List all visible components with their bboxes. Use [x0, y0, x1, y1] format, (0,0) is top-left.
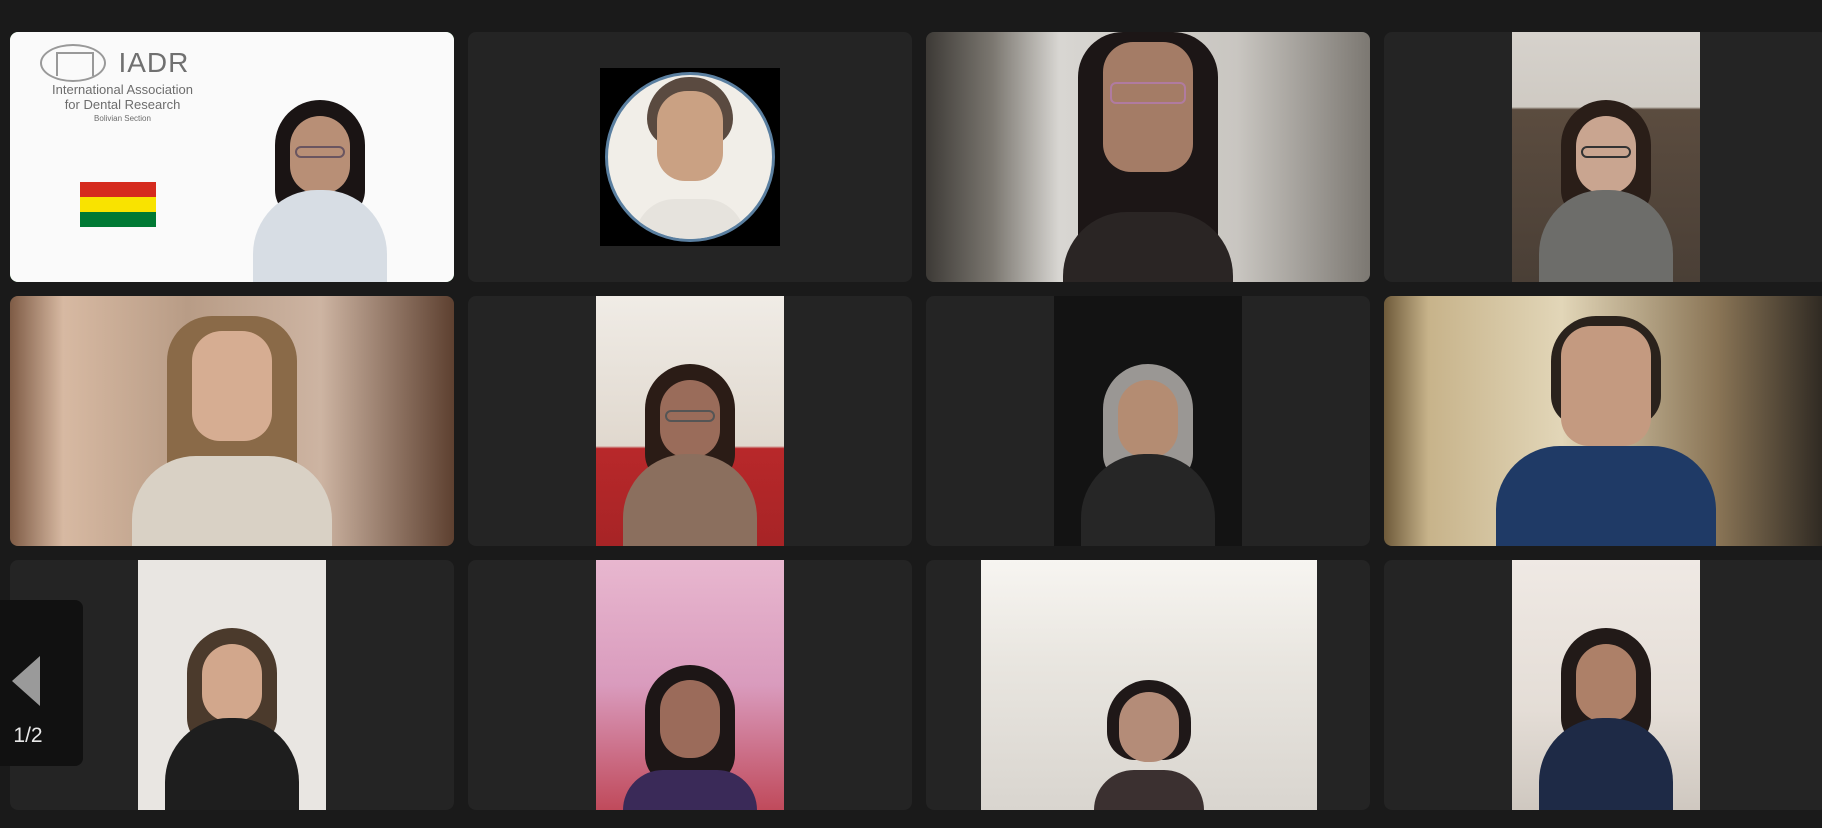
iadr-logo: IADR International Association for Denta…	[40, 44, 205, 123]
logo-line-1: International Association	[52, 82, 193, 97]
participant-video	[1512, 560, 1700, 810]
participant-video	[596, 296, 784, 546]
triangle-left-icon	[12, 656, 40, 706]
participant-video	[1054, 296, 1242, 546]
participant-video	[10, 296, 454, 546]
participant-video	[596, 560, 784, 810]
participant-tile[interactable]	[926, 560, 1370, 810]
participant-tile[interactable]	[10, 296, 454, 546]
logo-line-2: for Dental Research	[64, 97, 181, 112]
participant-tile[interactable]	[926, 32, 1370, 282]
participant-tile[interactable]	[926, 296, 1370, 546]
bolivia-flag-icon	[80, 182, 156, 227]
participant-video	[926, 32, 1370, 282]
participant-video	[138, 560, 326, 810]
logo-section: Bolivian Section	[94, 114, 151, 123]
participant-avatar	[600, 68, 780, 246]
participant-person	[245, 82, 395, 282]
participant-tile-active-speaker[interactable]: IADR International Association for Denta…	[10, 32, 454, 282]
participant-tile[interactable]	[1384, 560, 1822, 810]
participant-video	[1512, 32, 1700, 282]
participant-tile[interactable]	[1384, 296, 1822, 546]
participant-video	[1384, 296, 1822, 546]
participant-tile[interactable]	[468, 560, 912, 810]
meeting-gallery-view: IADR International Association for Denta…	[0, 0, 1822, 828]
participant-video	[981, 560, 1317, 810]
participant-tile[interactable]	[468, 296, 912, 546]
page-indicator: 1/2	[13, 724, 43, 747]
participant-video: IADR International Association for Denta…	[10, 32, 454, 282]
iadr-emblem-icon	[40, 44, 106, 82]
logo-abbreviation: IADR	[118, 47, 190, 78]
participant-tile[interactable]	[468, 32, 912, 282]
previous-page-button[interactable]: 1/2	[0, 600, 83, 766]
participant-tile[interactable]	[1384, 32, 1822, 282]
